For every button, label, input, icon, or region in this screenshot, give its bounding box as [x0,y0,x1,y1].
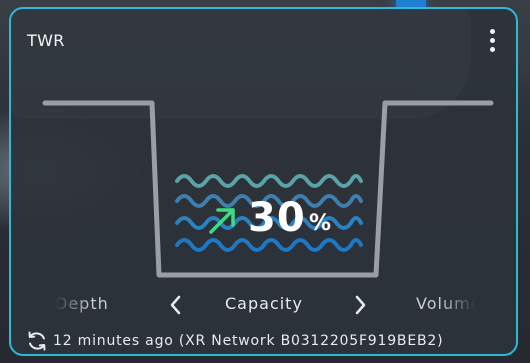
metric-current-label: Capacity [225,294,303,313]
chevron-right-icon[interactable] [347,291,373,319]
level-unit: % [309,211,332,236]
metric-next-label[interactable]: Volume [416,294,476,313]
water-wave-line [175,174,363,188]
tank-widget-card: TWR 30 % Depth Capacity Volume 12 minute… [9,7,518,356]
arrow-up-right-icon [209,208,235,234]
last-updated-text: 12 minutes ago (XR Network B0312205F919B… [53,333,444,349]
metric-carousel: Depth Capacity Volume [11,291,516,321]
tank-outline [42,100,494,278]
chevron-left-icon[interactable] [163,291,189,319]
metric-prev-label[interactable]: Depth [55,294,115,313]
water-wave-line [175,238,363,252]
refresh-icon[interactable] [25,329,49,353]
status-footer: 12 minutes ago (XR Network B0312205F919B… [25,329,443,353]
level-value: 30 [248,195,306,241]
